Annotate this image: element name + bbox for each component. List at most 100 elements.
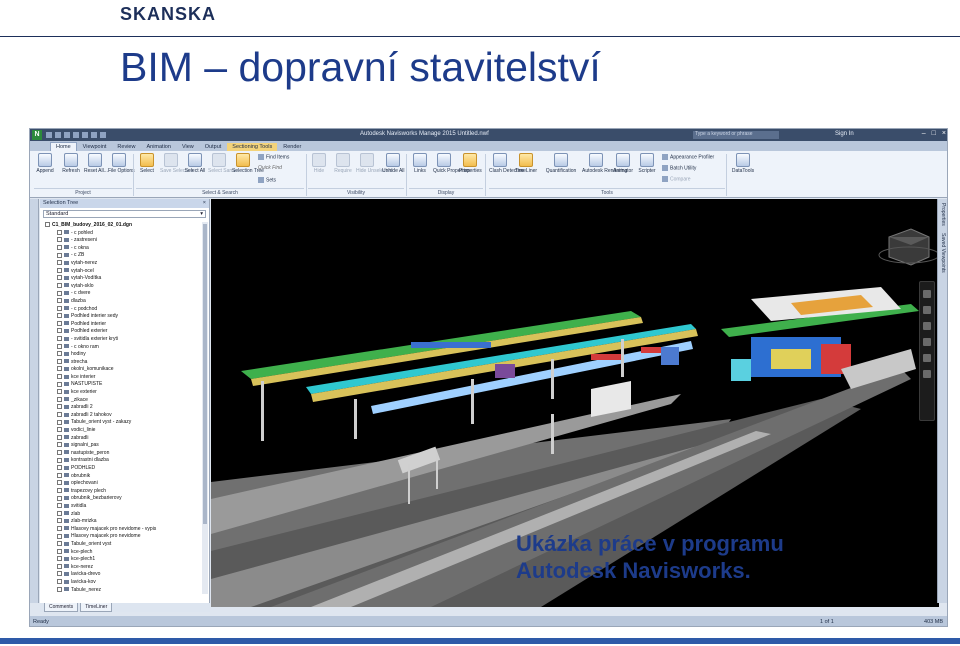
expand-icon[interactable] bbox=[57, 252, 62, 258]
tab-render[interactable]: Render bbox=[278, 143, 306, 151]
pan-icon[interactable] bbox=[923, 306, 931, 314]
compare-button[interactable]: Compare bbox=[662, 176, 691, 182]
expand-icon[interactable] bbox=[57, 275, 62, 281]
expand-icon[interactable] bbox=[57, 434, 62, 440]
scrollbar-thumb[interactable] bbox=[203, 224, 207, 524]
appearance-profiler-button[interactable]: Appearance Profiler bbox=[662, 154, 714, 160]
expand-icon[interactable] bbox=[57, 525, 62, 531]
animator-button[interactable]: Animator bbox=[612, 153, 634, 174]
batch-utility-button[interactable]: Batch Utility bbox=[662, 165, 696, 171]
tree-item[interactable]: zlab-mrizka bbox=[43, 518, 201, 526]
tree-item[interactable]: vytah-sklo bbox=[43, 283, 201, 291]
tree-item[interactable]: vodici_linie bbox=[43, 427, 201, 435]
expand-icon[interactable] bbox=[57, 229, 62, 235]
tree-item[interactable]: _zikace bbox=[43, 397, 201, 405]
expand-icon[interactable] bbox=[57, 366, 62, 372]
expand-icon[interactable] bbox=[57, 267, 62, 273]
tree-item[interactable]: kce-nerez bbox=[43, 564, 201, 572]
tab-comments[interactable]: Comments bbox=[44, 603, 79, 612]
expand-icon[interactable] bbox=[57, 556, 62, 562]
expand-icon[interactable] bbox=[57, 343, 62, 349]
tree-item[interactable]: svitidla bbox=[43, 503, 201, 511]
file-options-button[interactable]: File Options bbox=[108, 153, 135, 174]
expand-icon[interactable] bbox=[57, 541, 62, 547]
zoom-icon[interactable] bbox=[923, 322, 931, 330]
expand-icon[interactable] bbox=[57, 449, 62, 455]
tree-scrollbar[interactable] bbox=[202, 222, 208, 594]
saved-viewpoints-dock-tab[interactable]: Saved Viewpoints bbox=[940, 233, 946, 273]
tree-item[interactable]: Podhled exterier bbox=[43, 328, 201, 336]
tree-item[interactable]: vytah-Vodítka bbox=[43, 275, 201, 283]
close-icon[interactable]: × bbox=[203, 199, 206, 208]
tree-item[interactable]: vytah-nerez bbox=[43, 260, 201, 268]
expand-icon[interactable] bbox=[57, 457, 62, 463]
unhide-all-button[interactable]: Unhide All bbox=[382, 153, 405, 174]
autodesk-rendering-button[interactable]: Autodesk Rendering bbox=[582, 153, 627, 174]
open-icon[interactable] bbox=[55, 132, 61, 138]
tree-item[interactable]: kce interier bbox=[43, 374, 201, 382]
tree-item[interactable]: Podhled interier sedy bbox=[43, 313, 201, 321]
tree-item[interactable]: Tabule_orient vyst - zakazy bbox=[43, 419, 201, 427]
tree-item[interactable]: dlazba bbox=[43, 298, 201, 306]
tree-root-file[interactable]: C1_BIM_budovy_2016_02_01.dgn bbox=[43, 222, 201, 230]
expand-icon[interactable] bbox=[57, 374, 62, 380]
tree-item[interactable]: Tabule_nerez bbox=[43, 587, 201, 595]
tree-item[interactable]: - c okna bbox=[43, 245, 201, 253]
expand-icon[interactable] bbox=[57, 320, 62, 326]
tree-item[interactable]: zlab bbox=[43, 511, 201, 519]
collapse-icon[interactable] bbox=[45, 222, 50, 228]
tree-item[interactable]: zabradli 2 bbox=[43, 404, 201, 412]
tree-item[interactable]: lavicka-kov bbox=[43, 579, 201, 587]
expand-icon[interactable] bbox=[57, 237, 62, 243]
tree-item[interactable]: Hlasovy majacek pro nevidome - vypis bbox=[43, 526, 201, 534]
steering-wheel-icon[interactable] bbox=[923, 290, 931, 298]
expand-icon[interactable] bbox=[57, 290, 62, 296]
tree-item[interactable]: obrubnik_bezbarierovy bbox=[43, 495, 201, 503]
left-dock-strip[interactable] bbox=[30, 199, 39, 603]
quantification-button[interactable]: Quantification bbox=[544, 153, 578, 174]
expand-icon[interactable] bbox=[57, 427, 62, 433]
tree-item[interactable]: oplechovani bbox=[43, 480, 201, 488]
tab-review[interactable]: Review bbox=[112, 143, 140, 151]
tree-item[interactable]: kce-plech bbox=[43, 549, 201, 557]
ribbon-group-select-search[interactable]: Select & Search bbox=[136, 188, 304, 197]
expand-icon[interactable] bbox=[57, 389, 62, 395]
look-icon[interactable] bbox=[923, 354, 931, 362]
tree-item[interactable]: vytah-ocel bbox=[43, 268, 201, 276]
expand-icon[interactable] bbox=[57, 503, 62, 509]
expand-icon[interactable] bbox=[57, 480, 62, 486]
help-search-input[interactable]: Type a keyword or phrase bbox=[693, 131, 779, 139]
tree-item[interactable]: kontrastni dlazba bbox=[43, 457, 201, 465]
expand-icon[interactable] bbox=[57, 442, 62, 448]
tree-item[interactable]: - svitidla exterier kryti bbox=[43, 336, 201, 344]
expand-icon[interactable] bbox=[57, 579, 62, 585]
ribbon-group-project[interactable]: Project bbox=[34, 188, 132, 197]
expand-icon[interactable] bbox=[57, 586, 62, 592]
undo-icon[interactable] bbox=[82, 132, 88, 138]
select-button[interactable]: Select bbox=[136, 153, 158, 174]
tab-animation[interactable]: Animation bbox=[141, 143, 175, 151]
reset-all-button[interactable]: Reset All... bbox=[84, 153, 108, 174]
expand-icon[interactable] bbox=[57, 298, 62, 304]
require-button[interactable]: Require bbox=[332, 153, 354, 174]
tree-item[interactable]: - zastreseni bbox=[43, 237, 201, 245]
select-all-button[interactable]: Select All bbox=[184, 153, 206, 174]
expand-icon[interactable] bbox=[57, 260, 62, 266]
find-items-button[interactable]: Find Items bbox=[258, 154, 289, 160]
expand-icon[interactable] bbox=[57, 305, 62, 311]
tree-mode-dropdown[interactable]: Standard ▾ bbox=[43, 210, 206, 218]
tree-item[interactable]: NASTUPISTE bbox=[43, 381, 201, 389]
selection-tree-button[interactable]: Selection Tree bbox=[232, 153, 264, 174]
tree-item[interactable]: kce exterier bbox=[43, 389, 201, 397]
tree-item[interactable]: - c podchod bbox=[43, 306, 201, 314]
links-button[interactable]: Links bbox=[409, 153, 431, 174]
tree-item[interactable]: signalni_pas bbox=[43, 442, 201, 450]
tree-item[interactable]: - c ZB bbox=[43, 252, 201, 260]
tree-item[interactable]: nastupiste_peron bbox=[43, 450, 201, 458]
walk-icon[interactable] bbox=[923, 370, 931, 378]
refresh-button[interactable]: Refresh bbox=[60, 153, 82, 174]
tree-item[interactable]: - c pohled bbox=[43, 230, 201, 238]
tree-item[interactable]: lavicka-drevo bbox=[43, 571, 201, 579]
tree-item[interactable]: hodiny bbox=[43, 351, 201, 359]
refresh-icon[interactable] bbox=[100, 132, 106, 138]
